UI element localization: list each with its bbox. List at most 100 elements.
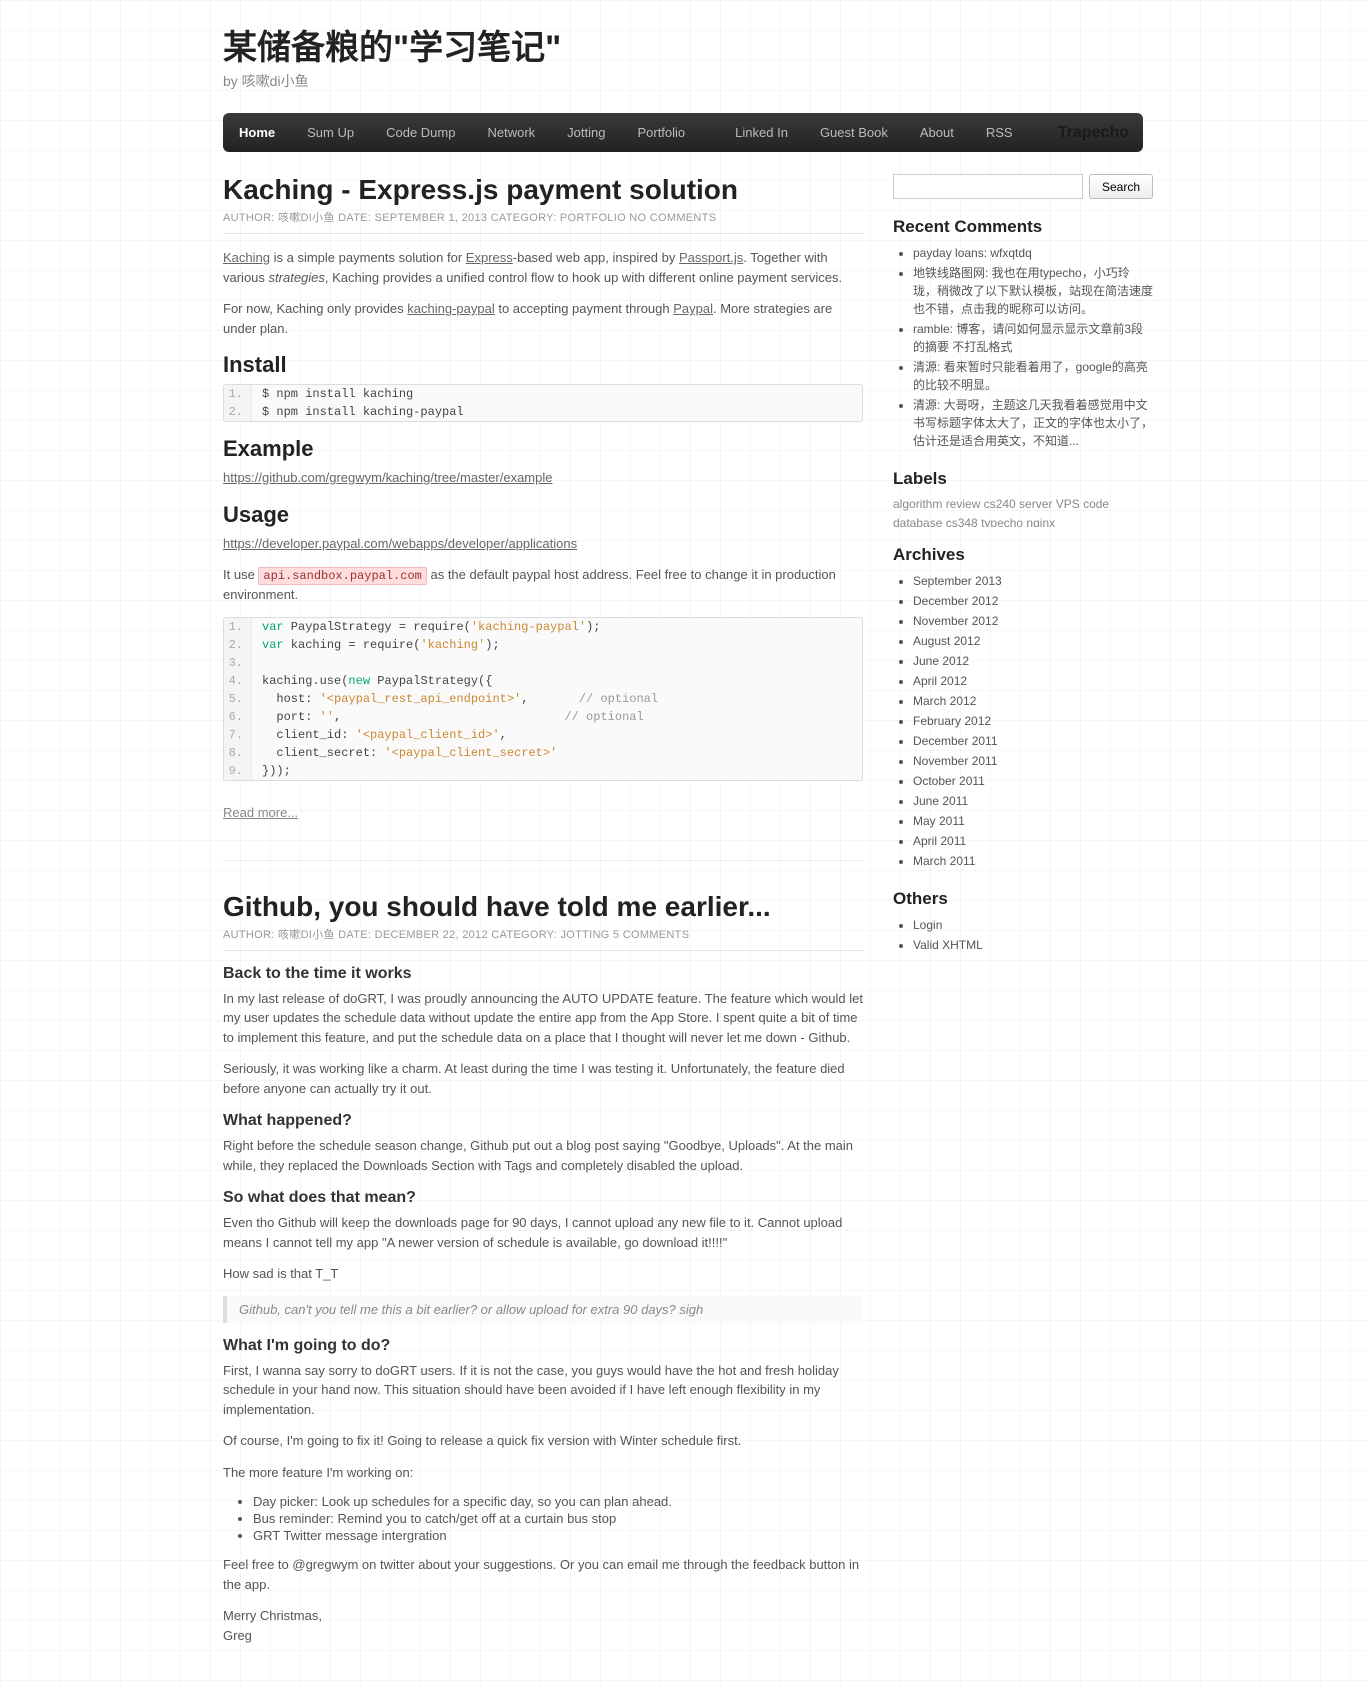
- recent-comments-heading: Recent Comments: [893, 217, 1153, 237]
- list-item: June 2011: [913, 791, 1153, 811]
- archives-list: September 2013 December 2012 November 2012…: [913, 571, 1153, 871]
- link-passport[interactable]: Passport.js: [679, 250, 743, 265]
- feature-list: Day picker: Look up schedules for a spec…: [253, 1494, 863, 1543]
- nav-jotting[interactable]: Jotting: [551, 113, 621, 152]
- heading-back: Back to the time it works: [223, 965, 863, 983]
- list-item[interactable]: ramble: 博客，请问如何显示显示文章前3段的摘要 不打乱格式: [913, 322, 1143, 354]
- nav-guestbook[interactable]: Guest Book: [804, 113, 904, 152]
- archives-heading: Archives: [893, 545, 1153, 565]
- list-item: April 2012: [913, 671, 1153, 691]
- quote-github: Github, can't you tell me this a bit ear…: [223, 1296, 863, 1323]
- heading-happened: What happened?: [223, 1112, 863, 1130]
- link-example-url[interactable]: https://github.com/gregwym/kaching/tree/…: [223, 470, 552, 485]
- archive-link[interactable]: June 2012: [913, 654, 969, 668]
- nav-linkedin[interactable]: Linked In: [719, 113, 804, 152]
- list-item: December 2012: [913, 591, 1153, 611]
- sidebar: Search Recent Comments payday loans: wfx…: [893, 174, 1153, 1685]
- list-item: October 2011: [913, 771, 1153, 791]
- meta-author[interactable]: 咳嗽DI小鱼: [278, 929, 335, 941]
- site-title[interactable]: 某储备粮的"学习笔记": [223, 20, 1143, 69]
- nav-home[interactable]: Home: [223, 113, 291, 152]
- post-separator: [223, 860, 863, 861]
- list-item: June 2012: [913, 651, 1153, 671]
- code-install: 1.$ npm install kaching 2.$ npm install …: [223, 384, 863, 422]
- archive-link[interactable]: November 2012: [913, 614, 998, 628]
- archive-link[interactable]: November 2011: [913, 754, 998, 768]
- read-more-link[interactable]: Read more...: [223, 805, 298, 820]
- post-kaching: Kaching - Express.js payment solution AU…: [223, 174, 863, 820]
- heading-usage: Usage: [223, 502, 863, 528]
- post-title-link[interactable]: Kaching - Express.js payment solution: [223, 174, 738, 205]
- post-title-link[interactable]: Github, you should have told me earlier.…: [223, 891, 771, 922]
- nav-sumup[interactable]: Sum Up: [291, 113, 370, 152]
- heading-install: Install: [223, 352, 863, 378]
- archive-link[interactable]: December 2012: [913, 594, 998, 608]
- list-item[interactable]: 地铁线路图网: 我也在用typecho，小巧玲珑，稍微改了以下默认模板，站现在简…: [913, 266, 1153, 316]
- link-kaching-paypal[interactable]: kaching-paypal: [407, 301, 494, 316]
- archive-link[interactable]: December 2011: [913, 734, 998, 748]
- link-express[interactable]: Express: [466, 250, 513, 265]
- list-item: Bus reminder: Remind you to catch/get of…: [253, 1511, 863, 1526]
- valid-xhtml-link[interactable]: Valid XHTML: [913, 938, 983, 952]
- others-heading: Others: [893, 889, 1153, 909]
- login-link[interactable]: Login: [913, 918, 942, 932]
- archive-link[interactable]: September 2013: [913, 574, 1002, 588]
- archive-link[interactable]: March 2011: [913, 854, 975, 868]
- archive-link[interactable]: March 2012: [913, 694, 976, 708]
- archive-link[interactable]: April 2012: [913, 674, 967, 688]
- meta-category[interactable]: PORTFOLIO: [560, 212, 626, 224]
- list-item[interactable]: 清源: 看来暂时只能看着用了，google的高亮的比较不明显。: [913, 360, 1148, 392]
- others-list: Login Valid XHTML: [913, 915, 1153, 955]
- archive-link[interactable]: February 2012: [913, 714, 991, 728]
- recent-comments-list: payday loans: wfxqtdq 地铁线路图网: 我也在用typech…: [913, 243, 1153, 451]
- post-meta: AUTHOR: 咳嗽DI小鱼 DATE: DECEMBER 22, 2012 C…: [223, 923, 863, 951]
- code-usage: 1.var PaypalStrategy = require('kaching-…: [223, 617, 863, 781]
- link-usage-url[interactable]: https://developer.paypal.com/webapps/dev…: [223, 536, 577, 551]
- list-item: Day picker: Look up schedules for a spec…: [253, 1494, 863, 1509]
- archive-link[interactable]: April 2011: [913, 834, 966, 848]
- meta-date: DECEMBER 22, 2012: [375, 929, 488, 941]
- heading-todo: What I'm going to do?: [223, 1337, 863, 1355]
- search-button[interactable]: Search: [1089, 174, 1153, 199]
- meta-category[interactable]: JOTTING: [560, 929, 609, 941]
- list-item[interactable]: 清源: 大哥呀，主题这几天我看着感觉用中文书写标题字体太大了，正文的字体也太小了…: [913, 398, 1153, 448]
- main-content: Kaching - Express.js payment solution AU…: [223, 174, 863, 1685]
- heading-mean: So what does that mean?: [223, 1189, 863, 1207]
- labels-cloud[interactable]: algorithm review cs240 server VPS code d…: [893, 495, 1153, 527]
- list-item: March 2011: [913, 851, 1153, 871]
- meta-comments[interactable]: NO COMMENTS: [626, 212, 716, 224]
- list-item[interactable]: payday loans: wfxqtdq: [913, 246, 1032, 260]
- archive-link[interactable]: May 2011: [913, 814, 965, 828]
- post-meta: AUTHOR: 咳嗽DI小鱼 DATE: SEPTEMBER 1, 2013 C…: [223, 206, 863, 234]
- nav-codedump[interactable]: Code Dump: [370, 113, 471, 152]
- archive-link[interactable]: October 2011: [913, 774, 985, 788]
- meta-comments[interactable]: 5 COMMENTS: [610, 929, 690, 941]
- site-header: 某储备粮的"学习笔记" by 咳嗽di小鱼: [223, 0, 1143, 101]
- search-input[interactable]: [893, 174, 1083, 199]
- list-item: March 2012: [913, 691, 1153, 711]
- list-item: September 2013: [913, 571, 1153, 591]
- post-github: Github, you should have told me earlier.…: [223, 891, 863, 1646]
- heading-example: Example: [223, 436, 863, 462]
- archive-link[interactable]: June 2011: [913, 794, 968, 808]
- list-item: April 2011: [913, 831, 1153, 851]
- search-box: Search: [893, 174, 1153, 199]
- list-item: February 2012: [913, 711, 1153, 731]
- link-kaching[interactable]: Kaching: [223, 250, 270, 265]
- list-item: November 2011: [913, 751, 1153, 771]
- inline-code-sandbox: api.sandbox.paypal.com: [258, 567, 426, 585]
- list-item: November 2012: [913, 611, 1153, 631]
- nav-about[interactable]: About: [904, 113, 970, 152]
- list-item: GRT Twitter message intergration: [253, 1528, 863, 1543]
- archive-link[interactable]: August 2012: [913, 634, 980, 648]
- list-item: December 2011: [913, 731, 1153, 751]
- meta-date: SEPTEMBER 1, 2013: [375, 212, 488, 224]
- nav-network[interactable]: Network: [471, 113, 551, 152]
- nav-rss[interactable]: RSS: [970, 113, 1029, 152]
- theme-brand: Trapecho: [1058, 124, 1129, 142]
- meta-author[interactable]: 咳嗽DI小鱼: [278, 212, 335, 224]
- site-tagline: by 咳嗽di小鱼: [223, 71, 1143, 91]
- link-paypal[interactable]: Paypal: [673, 301, 713, 316]
- labels-heading: Labels: [893, 469, 1153, 489]
- nav-portfolio[interactable]: Portfolio: [621, 113, 701, 152]
